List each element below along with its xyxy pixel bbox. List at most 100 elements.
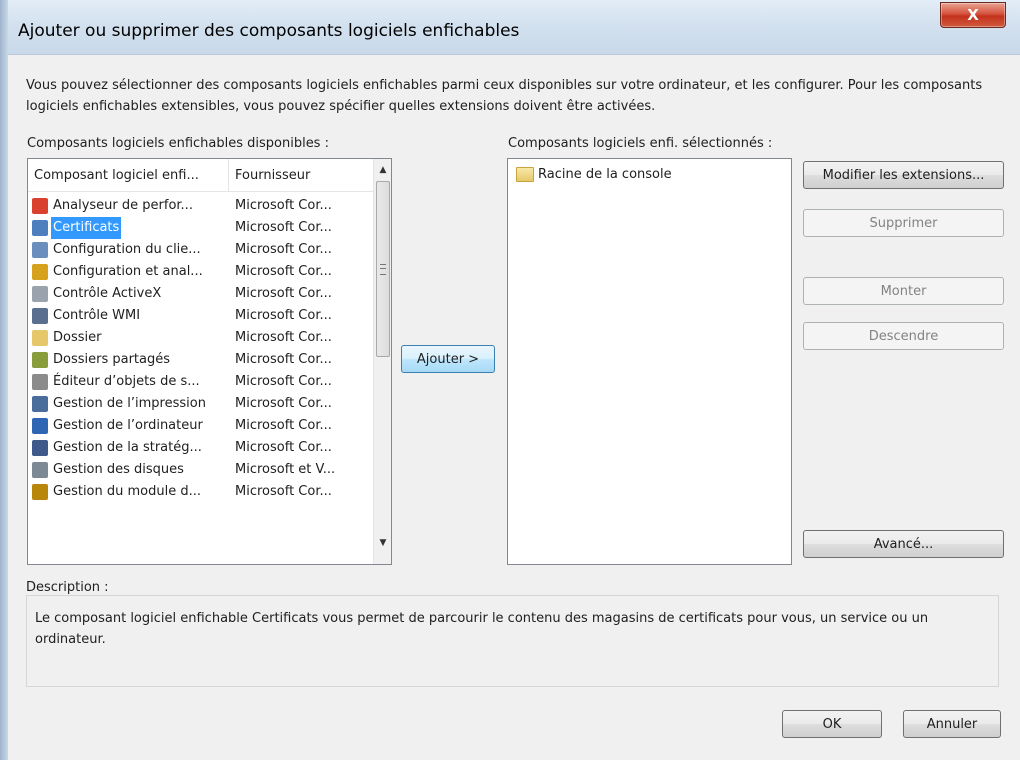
list-item[interactable]: Gestion du module d... Microsoft Cor...	[28, 481, 373, 503]
tree-item-label: Racine de la console	[538, 167, 672, 182]
client-config-icon	[32, 242, 48, 258]
snapin-name: Gestion de la stratég...	[32, 437, 204, 459]
scroll-down-icon[interactable]: ▼	[374, 534, 391, 552]
folder-icon	[516, 167, 534, 182]
description-label: Description :	[26, 580, 109, 595]
list-scrollbar[interactable]: ▲ ▼	[373, 159, 391, 564]
list-item[interactable]: Gestion de l’ordinateur Microsoft Cor...	[28, 415, 373, 437]
list-item[interactable]: Gestion de la stratég... Microsoft Cor...	[28, 437, 373, 459]
snapin-vendor: Microsoft Cor...	[235, 286, 332, 301]
snapin-label: Dossier	[53, 330, 102, 345]
column-header-snapin[interactable]: Composant logiciel enfi...	[28, 159, 229, 191]
snapin-label: Dossiers partagés	[53, 352, 171, 367]
remove-button[interactable]: Supprimer	[803, 209, 1004, 237]
tpm-management-icon	[32, 484, 48, 500]
advanced-button[interactable]: Avancé...	[803, 530, 1004, 558]
shared-folders-icon	[32, 352, 48, 368]
list-header: Composant logiciel enfi... Fournisseur	[28, 159, 373, 192]
tree-item-console-root[interactable]: Racine de la console	[516, 167, 672, 182]
snapin-label: Gestion de l’impression	[53, 396, 206, 411]
snapin-vendor: Microsoft Cor...	[235, 374, 332, 389]
snapin-vendor: Microsoft Cor...	[235, 440, 332, 455]
snapin-name: Gestion des disques	[32, 459, 186, 481]
snapin-rows: Analyseur de perfor... Microsoft Cor... Ce…	[28, 195, 373, 503]
computer-management-icon	[32, 418, 48, 434]
snapin-label: Contrôle ActiveX	[53, 286, 162, 301]
snapin-label: Gestion de l’ordinateur	[53, 418, 203, 433]
wmi-icon	[32, 308, 48, 324]
add-button[interactable]: Ajouter >	[401, 345, 495, 373]
snapin-label: Certificats	[51, 217, 122, 239]
snapin-name: Contrôle WMI	[32, 305, 142, 327]
list-item[interactable]: Dossiers partagés Microsoft Cor...	[28, 349, 373, 371]
group-policy-icon	[32, 440, 48, 456]
snapin-name: Dossier	[32, 327, 103, 349]
snapin-vendor: Microsoft Cor...	[235, 484, 332, 499]
available-label: Composants logiciels enfichables disponi…	[27, 136, 329, 151]
list-item[interactable]: Gestion des disques Microsoft et V...	[28, 459, 373, 481]
window-frame	[0, 0, 8, 760]
description-text: Le composant logiciel enfichable Certifi…	[35, 611, 929, 647]
snapin-name: Analyseur de perfor...	[32, 195, 195, 217]
snapin-name: Gestion de l’ordinateur	[32, 415, 205, 437]
list-item[interactable]: Contrôle WMI Microsoft Cor...	[28, 305, 373, 327]
edit-extensions-button[interactable]: Modifier les extensions...	[803, 161, 1004, 189]
snapin-name: Configuration et anal...	[32, 261, 205, 283]
available-snapins-list[interactable]: Composant logiciel enfi... Fournisseur A…	[27, 158, 392, 565]
selected-label: Composants logiciels enfi. sélectionnés …	[508, 136, 773, 151]
snapin-name: Gestion de l’impression	[32, 393, 208, 415]
snapin-label: Contrôle WMI	[53, 308, 141, 323]
snapin-vendor: Microsoft Cor...	[235, 242, 332, 257]
snapin-vendor: Microsoft et V...	[235, 462, 336, 477]
security-config-icon	[32, 264, 48, 280]
list-item[interactable]: Analyseur de perfor... Microsoft Cor...	[28, 195, 373, 217]
snapin-vendor: Microsoft Cor...	[235, 264, 332, 279]
snapin-vendor: Microsoft Cor...	[235, 418, 332, 433]
snapin-name: Éditeur d’objets de s...	[32, 371, 202, 393]
list-item[interactable]: Contrôle ActiveX Microsoft Cor...	[28, 283, 373, 305]
snapin-name: Contrôle ActiveX	[32, 283, 163, 305]
snapin-dialog: Ajouter ou supprimer des composants logi…	[0, 0, 1020, 760]
disk-management-icon	[32, 462, 48, 478]
performance-icon	[32, 198, 48, 214]
certificate-icon	[32, 220, 48, 236]
snapin-vendor: Microsoft Cor...	[235, 396, 332, 411]
column-header-vendor[interactable]: Fournisseur	[229, 159, 373, 191]
move-down-button[interactable]: Descendre	[803, 322, 1004, 350]
close-icon: X	[967, 6, 979, 24]
snapin-name: Certificats	[32, 217, 122, 239]
snapin-vendor: Microsoft Cor...	[235, 352, 332, 367]
snapin-name: Dossiers partagés	[32, 349, 172, 371]
intro-text: Vous pouvez sélectionner des composants …	[26, 78, 983, 114]
snapin-label: Gestion de la stratég...	[53, 440, 202, 455]
grip-icon	[380, 264, 386, 275]
list-item[interactable]: Configuration et anal... Microsoft Cor...	[28, 261, 373, 283]
ok-button[interactable]: OK	[782, 710, 882, 738]
window-title: Ajouter ou supprimer des composants logi…	[18, 21, 520, 41]
snapin-vendor: Microsoft Cor...	[235, 220, 332, 235]
snapin-name: Configuration du clie...	[32, 239, 203, 261]
list-item[interactable]: Gestion de l’impression Microsoft Cor...	[28, 393, 373, 415]
scroll-up-icon[interactable]: ▲	[374, 161, 391, 179]
snapin-label: Analyseur de perfor...	[53, 198, 193, 213]
list-item[interactable]: Éditeur d’objets de s... Microsoft Cor...	[28, 371, 373, 393]
snapin-label: Gestion des disques	[53, 462, 184, 477]
dialog-body: Vous pouvez sélectionner des composants …	[8, 55, 1020, 760]
snapin-vendor: Microsoft Cor...	[235, 308, 332, 323]
print-management-icon	[32, 396, 48, 412]
scroll-thumb[interactable]	[376, 181, 390, 357]
cancel-button[interactable]: Annuler	[903, 710, 1001, 738]
list-item[interactable]: Configuration du clie... Microsoft Cor...	[28, 239, 373, 261]
snapin-vendor: Microsoft Cor...	[235, 330, 332, 345]
snapin-name: Gestion du module d...	[32, 481, 203, 503]
folder-icon	[32, 330, 48, 346]
list-item[interactable]: Dossier Microsoft Cor...	[28, 327, 373, 349]
close-button[interactable]: X	[940, 2, 1006, 28]
activex-icon	[32, 286, 48, 302]
move-up-button[interactable]: Monter	[803, 277, 1004, 305]
snapin-vendor: Microsoft Cor...	[235, 198, 332, 213]
snapin-label: Configuration du clie...	[53, 242, 201, 257]
title-bar[interactable]: Ajouter ou supprimer des composants logi…	[8, 0, 1020, 55]
list-item[interactable]: Certificats Microsoft Cor...	[28, 217, 373, 239]
selected-snapins-tree[interactable]: Racine de la console	[507, 158, 792, 565]
